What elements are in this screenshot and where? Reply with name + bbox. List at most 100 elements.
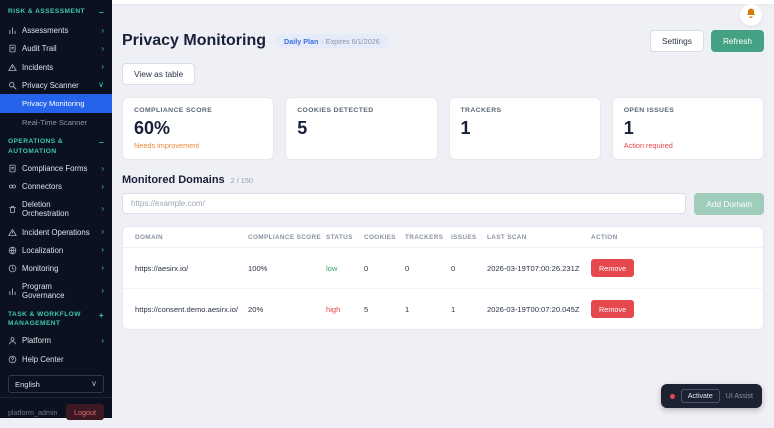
ui-assist-widget[interactable]: Activate UI Assist	[660, 384, 762, 408]
notifications-button[interactable]	[740, 4, 762, 26]
card-value: 5	[297, 118, 308, 138]
bell-icon	[745, 6, 757, 24]
sidebar-item-label: Compliance Forms	[22, 164, 88, 174]
chevron-right-icon: ›	[101, 62, 104, 72]
plan-badge: Daily Plan · Expires 6/1/2026	[276, 34, 388, 48]
sidebar-item-monitoring[interactable]: Monitoring ›	[0, 259, 112, 277]
status-badge: low	[326, 263, 338, 273]
chevron-right-icon: ›	[101, 227, 104, 237]
cell-trackers: 1	[405, 304, 410, 314]
card-label: COMPLIANCE SCORE	[134, 107, 213, 114]
cell-last-scan: 2026-03-19T07:00:26.231Z	[487, 263, 580, 273]
col-issues: ISSUES	[451, 234, 477, 241]
chevron-right-icon: ›	[101, 286, 104, 296]
assist-label: UI Assist	[725, 392, 753, 400]
chevron-down-icon: ∨	[91, 379, 97, 389]
chevron-right-icon: ›	[101, 204, 104, 214]
section-risk-assessment: RISK & ASSESSMENT −	[0, 2, 112, 22]
domain-url-input[interactable]	[122, 193, 687, 214]
card-label: OPEN ISSUES	[623, 107, 675, 114]
monitored-domains-header: Monitored Domains 2 / 150	[122, 174, 764, 186]
compliance-score-card: COMPLIANCE SCORE 60% Needs improvement	[122, 97, 275, 160]
col-last-scan: LAST SCAN	[487, 234, 527, 241]
section-task-workflow: TASK & WORKFLOW MANAGEMENT +	[0, 305, 112, 332]
view-as-table-button[interactable]: View as table	[122, 63, 196, 85]
sidebar-item-assessments[interactable]: Assessments ›	[0, 22, 112, 40]
col-action: ACTION	[591, 234, 618, 241]
card-note: Needs improvement	[134, 141, 200, 150]
col-compliance-score: COMPLIANCE SCORE	[248, 234, 322, 241]
cell-domain: https://aesirx.io/	[135, 263, 189, 273]
activate-button[interactable]: Activate	[680, 389, 720, 403]
stats-cards: COMPLIANCE SCORE 60% Needs improvement C…	[122, 97, 764, 160]
document-icon	[8, 164, 17, 173]
section-title: OPERATIONS & AUTOMATION	[8, 138, 64, 155]
sidebar-item-program-governance[interactable]: Program Governance ›	[0, 278, 112, 305]
settings-button[interactable]: Settings	[649, 30, 704, 52]
col-cookies: COOKIES	[364, 234, 396, 241]
sidebar-item-localization[interactable]: Localization ›	[0, 241, 112, 259]
header-actions: Settings Refresh	[649, 30, 764, 52]
add-domain-row: Add Domain	[122, 193, 764, 215]
magnifier-icon	[8, 81, 17, 90]
sidebar-item-label: Program Governance	[22, 282, 65, 301]
sidebar-item-label: Deletion Orchestration	[22, 200, 69, 219]
page-title: Privacy Monitoring	[122, 32, 267, 49]
document-icon	[8, 44, 17, 53]
remove-domain-button[interactable]: Remove	[591, 259, 635, 277]
sidebar-item-label: Localization	[22, 245, 64, 255]
col-status: STATUS	[326, 234, 353, 241]
sidebar-item-compliance-forms[interactable]: Compliance Forms ›	[0, 159, 112, 177]
sidebar-item-deletion-orchestration[interactable]: Deletion Orchestration ›	[0, 196, 112, 223]
globe-icon	[8, 246, 17, 255]
username: platform_admin	[8, 407, 58, 417]
cell-domain: https://consent.demo.aesirx.io/	[135, 304, 238, 314]
cell-issues: 1	[451, 304, 456, 314]
collapse-icon[interactable]: −	[99, 137, 104, 149]
sidebar-subitem-privacy-monitoring[interactable]: Privacy Monitoring	[0, 94, 112, 114]
trackers-card: TRACKERS 1	[448, 97, 601, 160]
col-trackers: TRACKERS	[405, 234, 444, 241]
chevron-down-icon: ∨	[98, 80, 104, 90]
card-label: COOKIES DETECTED	[297, 107, 374, 114]
add-domain-button[interactable]: Add Domain	[694, 193, 764, 215]
trash-icon	[8, 205, 17, 214]
chevron-right-icon: ›	[101, 245, 104, 255]
language-value: English	[15, 379, 40, 389]
card-label: TRACKERS	[460, 107, 502, 114]
sidebar-item-label: Incident Operations	[22, 227, 90, 237]
sidebar-item-connectors[interactable]: Connectors ›	[0, 178, 112, 196]
link-icon	[8, 182, 17, 191]
sidebar-item-help-center[interactable]: Help Center	[0, 350, 112, 368]
sidebar-item-incidents[interactable]: Incidents ›	[0, 58, 112, 76]
col-domain: DOMAIN	[135, 234, 164, 241]
monitored-domains-title: Monitored Domains	[122, 174, 225, 186]
section-title: TASK & WORKFLOW MANAGEMENT	[8, 310, 81, 328]
cell-last-scan: 2026-03-19T00:07:20.045Z	[487, 304, 580, 314]
card-value: 60%	[134, 118, 171, 138]
domains-count: 2 / 150	[230, 176, 253, 185]
table-row: https://aesirx.io/ 100% low 0 0 0 2026-0…	[123, 248, 763, 289]
sidebar-item-platform[interactable]: Platform ›	[0, 332, 112, 350]
expand-icon[interactable]: +	[99, 310, 104, 322]
sidebar-item-audit-trail[interactable]: Audit Trail ›	[0, 40, 112, 58]
refresh-button[interactable]: Refresh	[710, 30, 764, 52]
language-select[interactable]: English ∨	[8, 375, 104, 394]
warning-triangle-icon	[8, 228, 17, 237]
chevron-right-icon: ›	[101, 181, 104, 191]
table-row: https://consent.demo.aesirx.io/ 20% high…	[123, 289, 763, 329]
sidebar-item-label: Help Center	[22, 354, 64, 364]
sidebar-item-incident-operations[interactable]: Incident Operations ›	[0, 223, 112, 241]
card-note: Action required	[623, 141, 673, 150]
cell-trackers: 0	[405, 263, 410, 273]
cell-issues: 0	[451, 263, 456, 273]
sidebar-footer: platform_admin Logout	[0, 397, 112, 428]
clock-icon	[8, 264, 17, 273]
remove-domain-button[interactable]: Remove	[591, 300, 635, 318]
collapse-icon[interactable]: −	[99, 7, 104, 19]
sidebar-subitem-real-time-scanner[interactable]: Real-Time Scanner	[0, 113, 112, 132]
cell-cookies: 0	[364, 263, 369, 273]
sidebar-item-privacy-scanner[interactable]: Privacy Scanner ∨	[0, 76, 112, 94]
sidebar-item-label: Incidents	[22, 62, 54, 72]
cell-score: 100%	[248, 263, 268, 273]
